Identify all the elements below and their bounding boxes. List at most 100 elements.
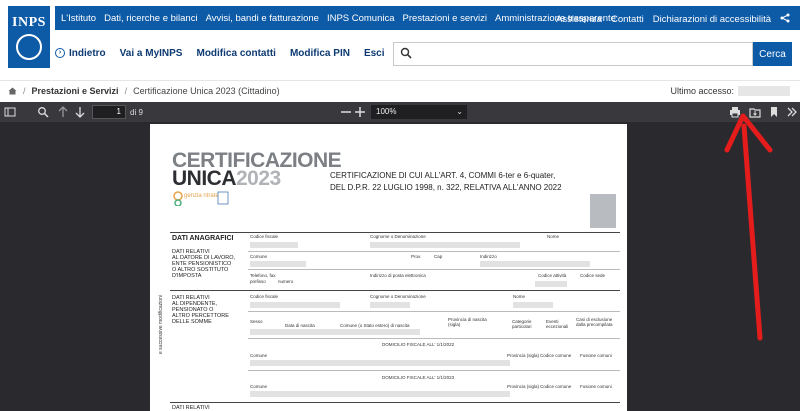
field-nome: Nome <box>547 234 560 239</box>
bookmark-icon[interactable] <box>768 106 780 118</box>
redacted-value <box>250 242 298 248</box>
sidebar-toggle-icon[interactable] <box>4 106 16 118</box>
redacted-value <box>250 329 420 335</box>
field-codice-comune-2: Codice comune <box>540 384 572 389</box>
secondary-nav: › Indietro Vai a MyINPS Modifica contatt… <box>55 38 385 68</box>
field-codice-comune-1: Codice comune <box>540 353 572 358</box>
redacted-value <box>250 360 510 366</box>
domicilio-2023-heading: DOMICILIO FISCALE ALL' 1/1/2023 <box>382 375 455 380</box>
modifica-contatti-link[interactable]: Modifica contatti <box>196 48 275 59</box>
next-page-icon[interactable] <box>74 106 86 118</box>
zoom-value: 100% <box>376 107 397 116</box>
field-provincia-nascita: Provincia di nascita (sigla) <box>448 317 487 327</box>
field-indirizzo: Indirizzo <box>480 254 497 259</box>
redacted-value <box>370 242 520 248</box>
field-codice-fiscale: Codice fiscale <box>250 234 279 239</box>
side-note: e successive modificazioni <box>158 295 164 354</box>
breadcrumb: / Prestazioni e Servizi / Certificazione… <box>0 80 800 102</box>
field-codice-fiscale-dip: Codice fiscale <box>250 294 279 299</box>
chevron-down-icon: ⌄ <box>456 107 463 116</box>
nav-istituto[interactable]: L'Istituto <box>61 13 96 24</box>
breadcrumb-current: Certificazione Unica 2023 (Cittadino) <box>133 86 280 96</box>
last-access-value-redacted <box>738 86 790 96</box>
field-fusione-2: Fusione comuni <box>580 384 612 389</box>
zoom-out-icon[interactable] <box>340 106 352 118</box>
modifica-pin-link[interactable]: Modifica PIN <box>290 48 350 59</box>
field-data-nascita: Data di nascita <box>285 323 315 328</box>
field-sesso: Sesso <box>250 319 263 324</box>
more-tools-icon[interactable] <box>786 106 798 118</box>
field-prefisso: prefisso <box>250 279 266 284</box>
title-line-2: UNICA <box>172 167 237 190</box>
field-codice-sede: Codice sede <box>580 273 606 278</box>
nav-contatti[interactable]: Contatti <box>611 14 644 25</box>
domicilio-2022-heading: DOMICILIO FISCALE ALL' 1/1/2022 <box>382 342 455 347</box>
field-fusione-1: Fusione comuni <box>580 353 612 358</box>
inps-page: INPS L'Istituto Dati, ricerche e bilanci… <box>0 0 800 411</box>
breadcrumb-separator: / <box>23 86 26 96</box>
agenzia-entrate-logo: genzia ntrate <box>172 190 232 207</box>
field-telefono: Telefono, fax <box>250 273 276 278</box>
esci-link[interactable]: Esci <box>364 48 385 59</box>
ultimo-label: DATI RELATIVI <box>172 405 210 411</box>
field-nome-dip: Nome <box>513 294 526 299</box>
zoom-in-icon[interactable] <box>354 106 366 118</box>
section-divider <box>170 232 620 233</box>
field-comune-dom1: Comune <box>250 353 268 358</box>
field-provincia-sigla-1: Provincia (sigla) <box>507 353 540 358</box>
field-provincia-sigla-2: Provincia (sigla) <box>507 384 540 389</box>
site-header: INPS L'Istituto Dati, ricerche e bilanci… <box>0 0 800 80</box>
previous-page-icon[interactable] <box>57 106 69 118</box>
search-icon <box>400 47 412 59</box>
field-prov: Prov. <box>411 254 422 259</box>
datore-label: DATI RELATIVI AL DATORE DI LAVORO, ENTE … <box>172 249 236 279</box>
nav-accessibilita[interactable]: Dichiarazioni di accessibilità <box>653 14 771 25</box>
redacted-value <box>535 281 567 287</box>
row-divider <box>248 338 620 339</box>
breadcrumb-prestazioni[interactable]: Prestazioni e Servizi <box>32 86 119 96</box>
top-nav: L'Istituto Dati, ricerche e bilanci Avvi… <box>55 6 800 30</box>
print-icon[interactable] <box>729 106 741 118</box>
page-number-input[interactable]: 1 <box>92 105 126 119</box>
section-divider <box>170 402 620 403</box>
field-cognome: Cognome o Denominazione <box>370 234 426 239</box>
pdf-page: CERTIFICAZIONE UNICA2023 genzia ntrate C… <box>150 124 627 411</box>
inps-logo[interactable]: INPS <box>8 6 50 68</box>
heading-line-2: DEL D.P.R. 22 LUGLIO 1998, n. 322, RELAT… <box>330 183 562 192</box>
nav-prestazioni[interactable]: Prestazioni e servizi <box>403 13 487 24</box>
nav-assistenza[interactable]: Assistenza <box>556 14 602 25</box>
redacted-value <box>250 261 306 267</box>
save-download-icon[interactable] <box>749 106 761 118</box>
dati-anagrafici-heading: DATI ANAGRAFICI <box>172 235 234 242</box>
title-year: 2023 <box>236 167 281 190</box>
redacted-value <box>480 261 590 267</box>
heading-line-1: CERTIFICAZIONE DI CUI ALL'ART. 4, COMMI … <box>330 171 556 180</box>
field-cap: Cap <box>434 254 443 259</box>
section-divider <box>170 290 620 291</box>
pdf-viewer[interactable]: CERTIFICAZIONE UNICA2023 genzia ntrate C… <box>0 122 800 411</box>
field-comune-nascita: Comune (o Stato estero) di nascita <box>340 323 410 328</box>
logo-mark-icon <box>16 33 42 60</box>
row-divider <box>248 370 620 371</box>
agency-text: genzia ntrate <box>184 193 219 199</box>
search-input[interactable] <box>393 42 753 66</box>
nav-dati[interactable]: Dati, ricerche e bilanci <box>104 13 197 24</box>
nav-avvisi[interactable]: Avvisi, bandi e fatturazione <box>206 13 319 24</box>
find-icon[interactable] <box>37 106 49 118</box>
last-access-label: Ultimo accesso: <box>670 86 734 96</box>
document-title: CERTIFICAZIONE UNICA2023 <box>172 150 342 190</box>
myinps-link[interactable]: Vai a MyINPS <box>120 48 183 59</box>
zoom-select[interactable]: 100% ⌄ <box>371 105 467 119</box>
barcode-redacted <box>590 194 616 228</box>
nav-comunica[interactable]: INPS Comunica <box>327 13 395 24</box>
pdf-toolbar: 1 di 9 100% ⌄ <box>0 102 800 122</box>
back-link[interactable]: › Indietro <box>55 48 106 59</box>
back-icon: › <box>55 48 65 58</box>
home-icon[interactable] <box>8 87 17 95</box>
share-icon[interactable] <box>780 13 790 26</box>
logo-text: INPS <box>12 14 46 30</box>
row-divider <box>248 311 620 312</box>
field-cognome-dip: Cognome o Denominazione <box>370 294 426 299</box>
redacted-value <box>250 302 340 308</box>
search-button[interactable]: Cerca <box>753 42 792 66</box>
